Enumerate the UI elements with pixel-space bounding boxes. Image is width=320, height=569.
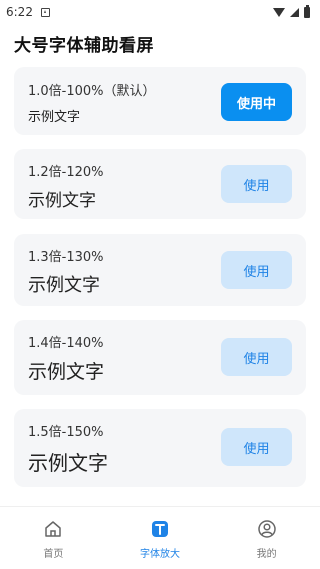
scale-label: 1.3倍-130% xyxy=(28,250,104,265)
status-time: 6:22 xyxy=(6,5,33,19)
font-option-card: 1.2倍-120% 示例文字 使用 xyxy=(14,149,306,219)
use-button[interactable]: 使用 xyxy=(221,428,292,466)
scale-label: 1.5倍-150% xyxy=(28,425,104,440)
font-option-card: 1.3倍-130% 示例文字 使用 xyxy=(14,234,306,306)
sample-text: 示例文字 xyxy=(28,451,108,475)
status-left: 6:22 xyxy=(6,5,50,19)
profile-icon xyxy=(257,520,276,538)
sample-text: 示例文字 xyxy=(28,110,81,125)
page-title: 大号字体辅助看屏 xyxy=(14,36,154,56)
font-option-card: 1.4倍-140% 示例文字 使用 xyxy=(14,320,306,395)
nav-item-font-size[interactable]: 字体放大 xyxy=(107,507,214,569)
battery-icon xyxy=(304,4,310,18)
nav-item-profile[interactable]: 我的 xyxy=(213,507,320,569)
app-screen: 6:22 大号字体辅助看屏 1.0倍-100%（默认） 示例文字 使用中 1.2… xyxy=(0,0,320,569)
use-button[interactable]: 使用 xyxy=(221,338,292,376)
home-icon xyxy=(45,521,62,537)
sample-text: 示例文字 xyxy=(28,275,100,296)
use-button[interactable]: 使用 xyxy=(221,251,292,289)
font-option-card: 1.0倍-100%（默认） 示例文字 使用中 xyxy=(14,67,306,135)
status-right xyxy=(273,4,310,18)
nav-label-home: 首页 xyxy=(43,549,64,560)
nav-item-home[interactable]: 首页 xyxy=(0,507,107,569)
status-bar: 6:22 xyxy=(0,0,320,24)
signal-icon xyxy=(290,7,299,17)
bottom-nav: 首页 字体放大 我的 xyxy=(0,506,320,569)
sample-text: 示例文字 xyxy=(28,361,105,383)
wifi-icon xyxy=(273,7,285,17)
scale-label: 1.2倍-120% xyxy=(28,165,104,180)
font-size-icon xyxy=(152,521,168,537)
use-button[interactable]: 使用 xyxy=(221,165,292,203)
scale-label: 1.0倍-100%（默认） xyxy=(28,84,156,99)
sample-text: 示例文字 xyxy=(28,191,96,211)
scale-label: 1.4倍-140% xyxy=(28,336,104,351)
nav-label-font-size: 字体放大 xyxy=(140,549,180,560)
nav-label-profile: 我的 xyxy=(256,549,277,560)
use-button-active[interactable]: 使用中 xyxy=(221,83,292,121)
font-option-card: 1.5倍-150% 示例文字 使用 xyxy=(14,409,306,487)
notification-icon xyxy=(40,7,50,17)
